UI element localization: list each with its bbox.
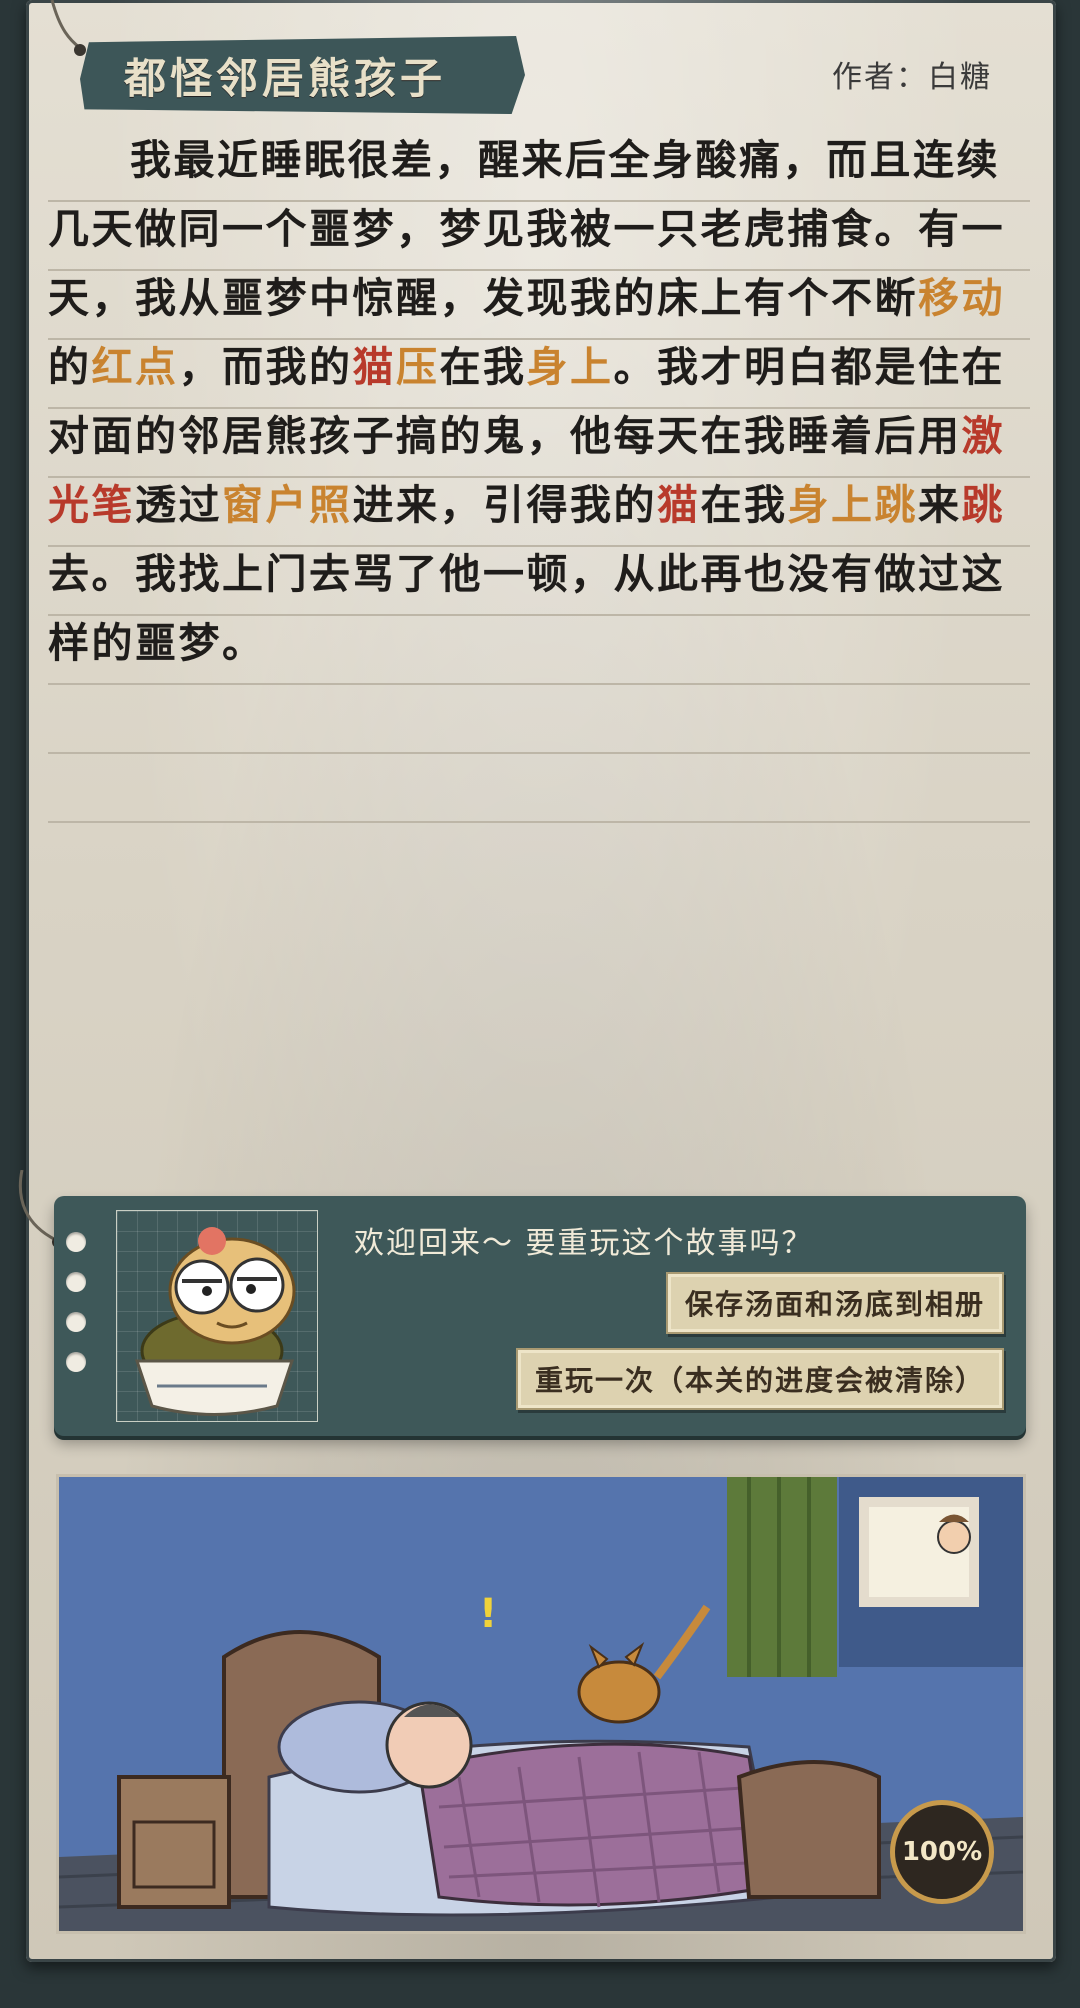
replay-dialog: 欢迎回来～ 要重玩这个故事吗？ 保存汤面和汤底到相册 重玩一次（本关的进度会被清…	[54, 1196, 1026, 1436]
story-segment: 来	[918, 481, 962, 529]
story-segment: 我最近睡眠很差，醒来后全身酸痛，而且连续几天做同一个噩梦，梦见我被一只老虎捕食。…	[48, 136, 1005, 322]
replay-button[interactable]: 重玩一次（本关的进度会被清除）	[516, 1348, 1004, 1410]
string-pin-icon	[50, 0, 86, 56]
title-banner: 都怪邻居熊孩子	[80, 36, 525, 114]
highlight-keyword: 身上	[526, 343, 614, 391]
story-segment: 在我	[439, 343, 527, 391]
neighbor-kid	[937, 1520, 971, 1554]
story-segment: 在我	[700, 481, 788, 529]
bedroom-scene-image: !	[59, 1477, 1023, 1931]
replay-prompt: 欢迎回来～ 要重玩这个故事吗？	[354, 1226, 814, 1261]
story-segment: 透过	[135, 481, 222, 529]
story-text: 我最近睡眠很差，醒来后全身酸痛，而且连续几天做同一个噩梦，梦见我被一只老虎捕食。…	[48, 126, 1008, 678]
highlight-keyword: 压	[396, 343, 440, 391]
ruled-line	[48, 752, 1030, 754]
binder-holes	[66, 1232, 86, 1392]
highlight-keyword: 窗户照	[222, 481, 353, 529]
progress-badge: 100%	[890, 1800, 994, 1904]
ruled-line	[48, 821, 1030, 823]
story-segment: ，而我的	[178, 343, 353, 391]
highlight-keyword: 移动	[918, 274, 1005, 322]
highlight-keyword: 身上跳	[787, 481, 918, 529]
story-illustration: !	[56, 1474, 1026, 1934]
highlight-keyword: 跳	[961, 481, 1005, 529]
ruled-line	[48, 683, 1030, 685]
story-title: 都怪邻居熊孩子	[124, 53, 447, 103]
story-segment: 进来，引得我的	[352, 481, 657, 529]
save-to-album-button[interactable]: 保存汤面和汤底到相册	[666, 1272, 1004, 1334]
story-segment: 去。我找上门去骂了他一顿，从此再也没有做过这样的噩梦。	[48, 550, 1005, 667]
progress-label: 100%	[901, 1837, 983, 1867]
highlight-keyword: 猫	[657, 481, 701, 529]
svg-text:!: !	[479, 1591, 497, 1637]
story-segment: 的	[48, 343, 92, 391]
highlight-keyword: 红点	[91, 343, 179, 391]
turtle-mascot-icon	[134, 1227, 296, 1416]
highlight-keyword: 猫	[352, 343, 396, 391]
author-label: 作者：白糖	[832, 60, 992, 95]
mascot-frame	[116, 1210, 318, 1422]
